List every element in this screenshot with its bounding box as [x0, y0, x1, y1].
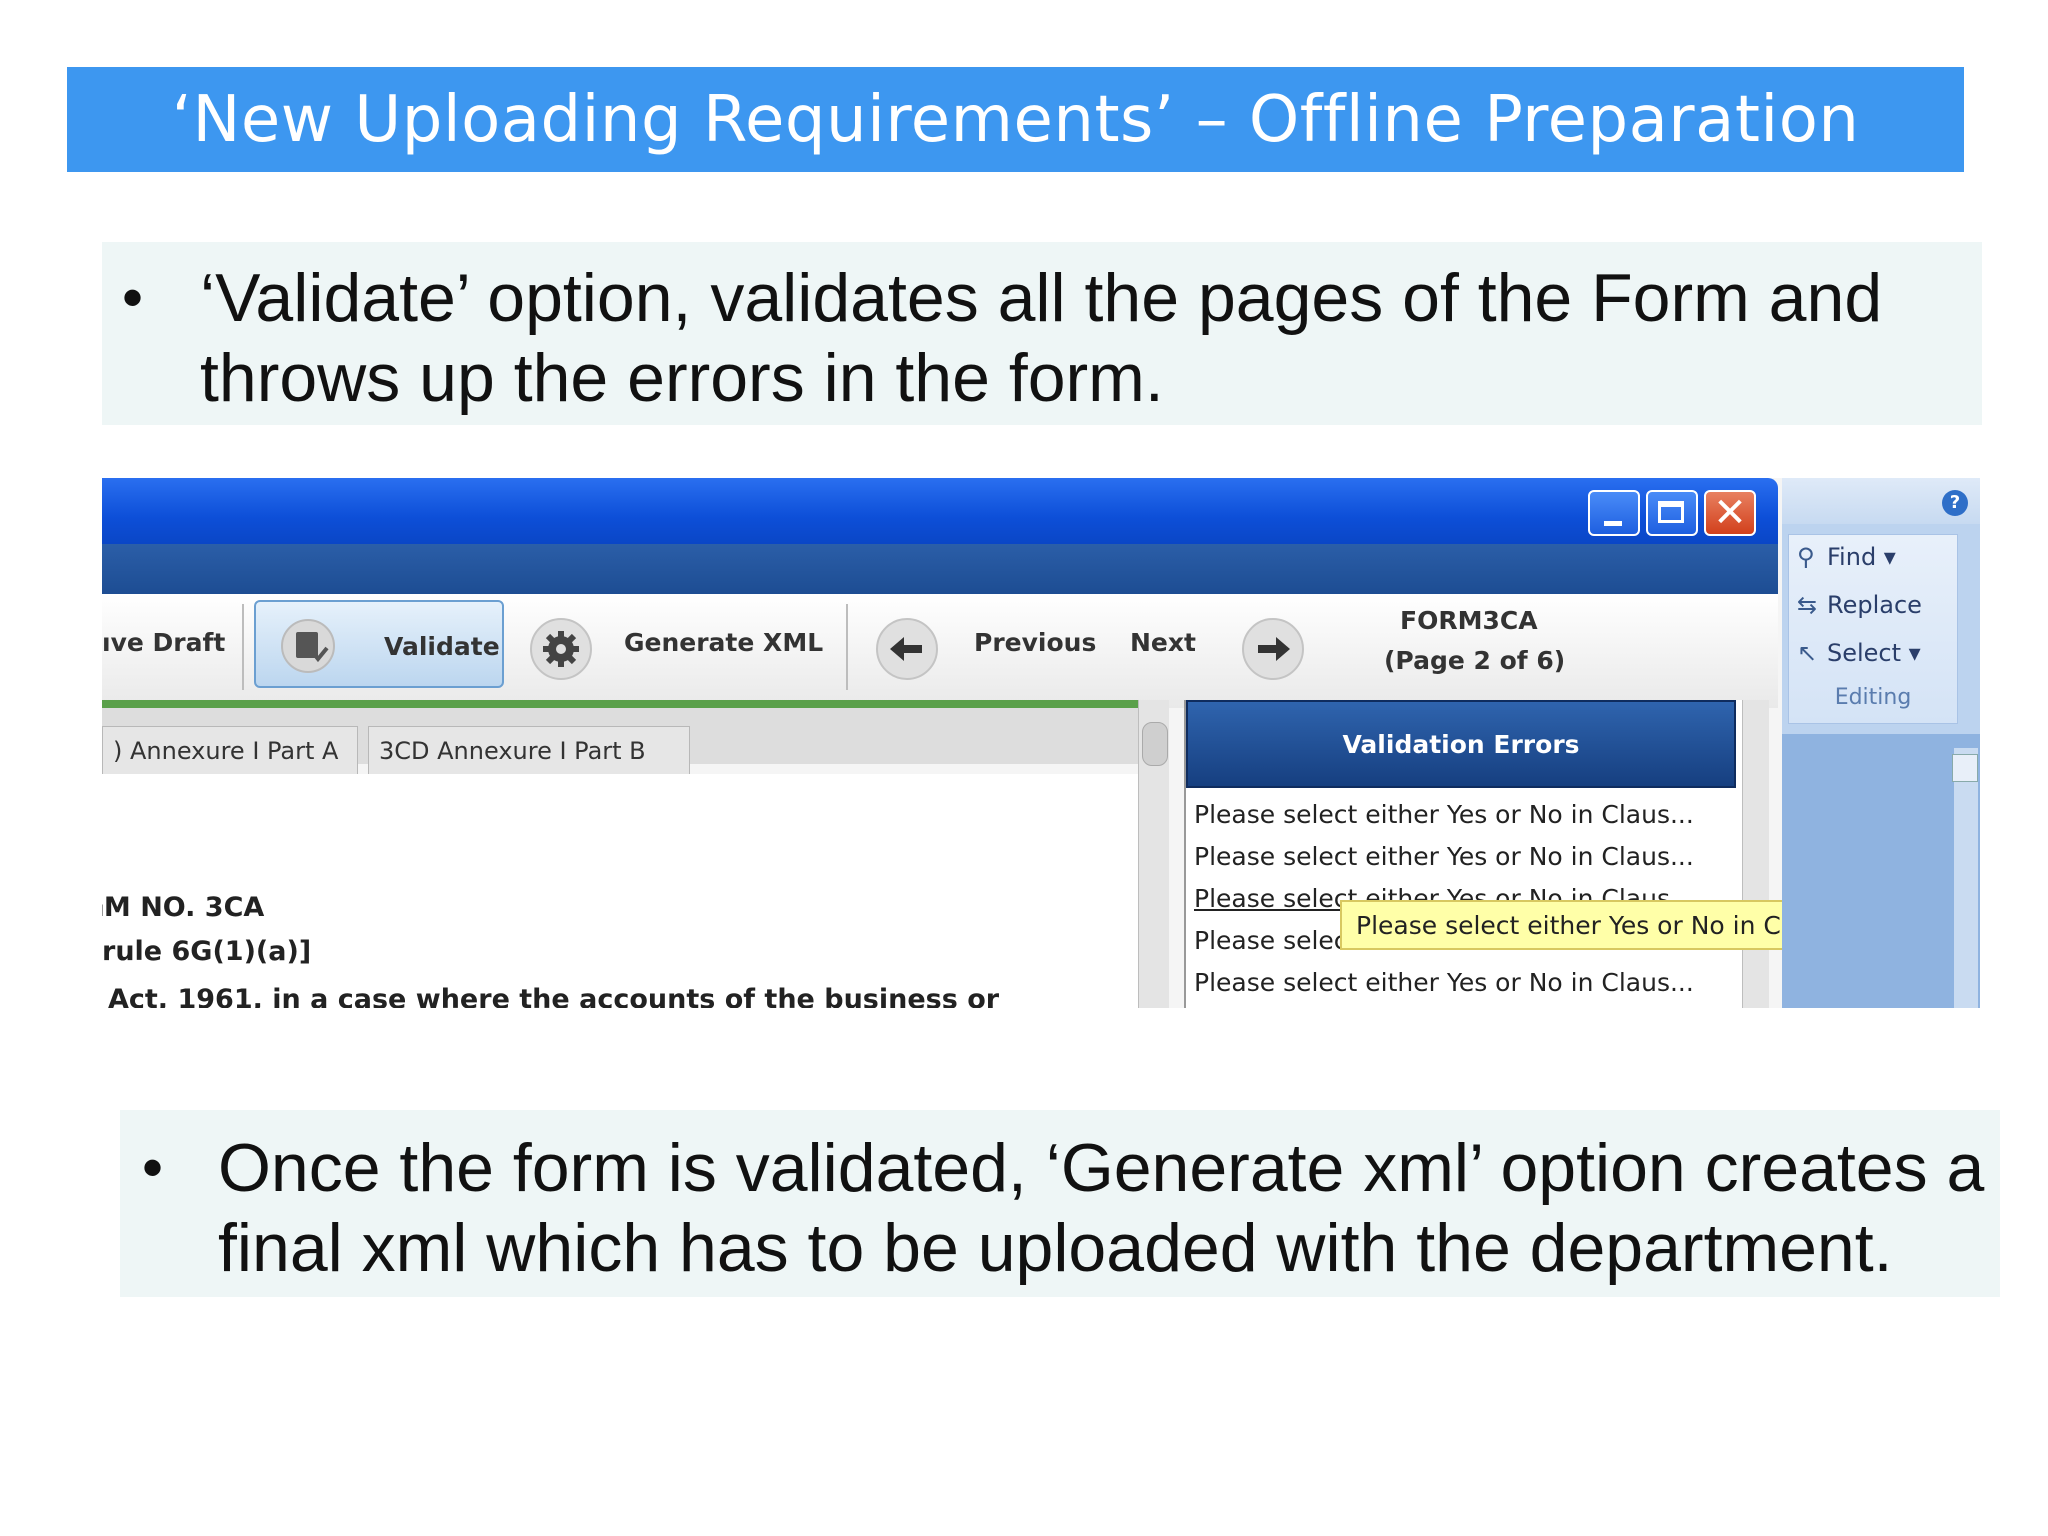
validation-errors-header: Validation Errors — [1186, 700, 1736, 788]
validate-button[interactable]: Validate — [254, 600, 504, 688]
select-label: Select — [1827, 639, 1902, 667]
errors-scrollbar[interactable] — [1742, 700, 1769, 1008]
editing-group-label: Editing — [1834, 685, 1912, 710]
error-item[interactable]: Please select either Yes or No in Claus.… — [1194, 968, 1694, 997]
save-draft-button[interactable]: ıve Draft — [102, 628, 225, 657]
page-indicator: (Page 2 of 6) — [1384, 646, 1566, 675]
find-button[interactable]: ⚲ Find ▾ — [1797, 543, 1896, 571]
error-item[interactable]: Please select either Yes or No in Claus.… — [1194, 800, 1694, 829]
app-screenshot: ✕ ıve Draft Validate Generate XML Previo… — [102, 478, 1980, 1008]
validate-icon — [281, 619, 335, 673]
binoculars-icon: ⚲ — [1797, 543, 1815, 571]
window-titlebar: ✕ — [102, 478, 1778, 544]
replace-label: Replace — [1827, 591, 1922, 619]
form-rule: rule 6G(1)(a)] — [102, 936, 312, 967]
validation-errors-panel: Validation Errors Please select either Y… — [1184, 700, 1744, 1008]
form-heading: ₗM NO. 3CA — [102, 892, 265, 923]
form-name: FORM3CA — [1400, 606, 1538, 635]
dropdown-arrow-icon: ▾ — [1901, 639, 1921, 667]
arrow-right-icon[interactable] — [1238, 612, 1308, 682]
bullet-validate-text: ‘Validate’ option, validates all the pag… — [200, 260, 1883, 416]
slide-title: ‘New Uploading Requirements’ – Offline P… — [67, 67, 1964, 172]
bullet-dot: • — [142, 1134, 164, 1201]
ribbon-lower-area — [1782, 734, 1980, 1008]
form-content: ₗM NO. 3CA rule 6G(1)(a)] Act, 1961, in … — [102, 774, 1138, 1008]
arrow-left-icon[interactable] — [872, 612, 942, 682]
close-icon: ✕ — [1713, 490, 1747, 536]
generate-xml-button[interactable]: Generate XML — [624, 628, 823, 657]
progress-strip — [102, 700, 1142, 708]
select-button[interactable]: ↖ Select ▾ — [1797, 639, 1921, 667]
bullet-validate: • ‘Validate’ option, validates all the p… — [102, 242, 1982, 425]
editing-group: ⚲ Find ▾ ⇆ Replace ↖ Select ▾ Editing — [1788, 534, 1958, 724]
tab-annexure-part-a[interactable]: ) Annexure I Part A — [102, 726, 358, 774]
bullet-generate-xml-text: Once the form is validated, ‘Generate xm… — [218, 1130, 1985, 1286]
form-description: Act, 1961, in a case where the accounts … — [108, 984, 1000, 1008]
validate-label: Validate — [384, 632, 500, 661]
dropdown-arrow-icon: ▾ — [1876, 543, 1896, 571]
maximize-button[interactable] — [1646, 490, 1698, 536]
previous-button[interactable]: Previous — [974, 628, 1096, 657]
form-scrollbar[interactable] — [1138, 700, 1169, 1008]
replace-icon: ⇆ — [1797, 591, 1818, 619]
side-scrollbar[interactable] — [1954, 748, 1978, 1008]
replace-button[interactable]: ⇆ Replace — [1797, 591, 1922, 619]
scroll-thumb[interactable] — [1142, 722, 1168, 766]
help-icon[interactable]: ? — [1942, 490, 1968, 516]
word-ribbon: ? ⚲ Find ▾ ⇆ Replace ↖ Select ▾ Editing — [1782, 478, 1980, 1008]
find-label: Find — [1827, 543, 1877, 571]
error-item[interactable]: Please select either Yes or No in Claus.… — [1194, 842, 1694, 871]
gear-icon — [530, 618, 592, 680]
next-button[interactable]: Next — [1130, 628, 1196, 657]
side-panel-toggle-icon[interactable] — [1952, 754, 1978, 782]
ribbon-top: ? — [1782, 478, 1980, 524]
bullet-generate-xml: • Once the form is validated, ‘Generate … — [120, 1110, 2000, 1297]
minimize-button[interactable] — [1588, 490, 1640, 536]
tab-annexure-part-b[interactable]: 3CD Annexure I Part B — [368, 726, 690, 774]
error-item[interactable]: Please selec — [1194, 926, 1348, 955]
toolbar-separator — [846, 604, 848, 690]
close-button[interactable]: ✕ — [1704, 490, 1756, 536]
cursor-icon: ↖ — [1797, 639, 1818, 667]
bullet-dot: • — [122, 264, 144, 331]
menu-bar — [102, 544, 1778, 594]
toolbar-separator — [242, 604, 244, 690]
